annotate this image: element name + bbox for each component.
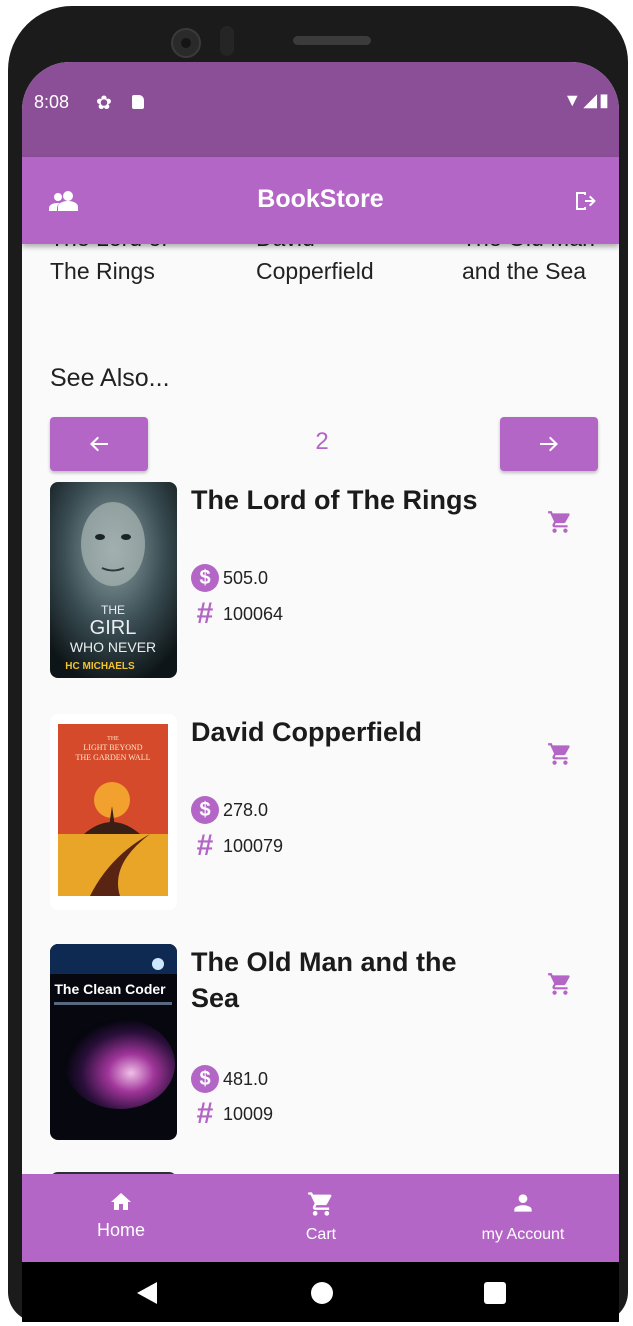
status-bar: 8:08 ✿ ▼◢▮ xyxy=(22,62,619,157)
cart-icon xyxy=(548,973,570,995)
hash-icon: # xyxy=(196,597,214,630)
front-camera xyxy=(171,28,201,58)
price-icon: $ xyxy=(191,796,219,824)
recents-icon[interactable] xyxy=(484,1282,506,1304)
cover-text: THE GARDEN WALL xyxy=(76,753,151,762)
carousel-item-line1: The Old Man xyxy=(462,244,602,255)
home-circle-icon[interactable] xyxy=(311,1282,333,1304)
next-page-button[interactable] xyxy=(500,417,598,471)
carousel-item-line1: David xyxy=(256,244,426,255)
cover-text: THE xyxy=(101,603,125,617)
book-id: # 10009 xyxy=(191,1097,274,1130)
system-navigation-bar xyxy=(22,1262,619,1322)
person-icon xyxy=(514,1194,532,1212)
id-value: 10009 xyxy=(223,1103,274,1124)
id-value: 100064 xyxy=(223,603,284,624)
carousel-item[interactable]: The Lord of The Rings xyxy=(50,244,220,288)
book-list-item[interactable]: The Clean Coder The Old Man and the Sea … xyxy=(50,944,619,1144)
carousel-item-line2: The Rings xyxy=(50,258,155,284)
nav-label: Cart xyxy=(305,1226,337,1243)
carousel-item-line1: The Lord of xyxy=(50,244,220,255)
see-also-heading: See Also... xyxy=(50,364,170,392)
price-icon: $ xyxy=(191,564,219,592)
proximity-sensor xyxy=(220,26,234,56)
cover-text: WHO NEVER xyxy=(70,639,156,655)
book-title[interactable]: The Lord of The Rings xyxy=(191,482,511,518)
book-price: $ 278.0 xyxy=(191,796,268,824)
cart-icon xyxy=(548,511,570,533)
price-value: 278.0 xyxy=(223,799,269,820)
signal-battery-icons: ▼◢▮ xyxy=(563,90,611,110)
book-carousel[interactable]: The Lord of The Rings David Copperfield … xyxy=(22,244,619,307)
carousel-item[interactable]: The Old Man and the Sea xyxy=(462,244,602,288)
book-title[interactable]: David Copperfield xyxy=(191,714,511,750)
cover-text: THE xyxy=(107,736,119,742)
cover-author: HC MICHAELS xyxy=(65,661,135,672)
app-screen: 8:08 ✿ ▼◢▮ BookStore The Rings Copperfie… xyxy=(22,62,619,1262)
id-value: 100079 xyxy=(223,835,284,856)
book-cover[interactable]: The Clean Coder xyxy=(50,944,177,1140)
earpiece-speaker xyxy=(293,36,371,45)
cart-icon xyxy=(548,743,570,765)
settings-gear-icon: ✿ xyxy=(96,93,112,114)
add-to-cart-button[interactable] xyxy=(540,734,580,774)
carousel-item-line2: and the Sea xyxy=(462,258,587,284)
prev-page-button[interactable] xyxy=(50,417,148,471)
hash-icon: # xyxy=(196,829,214,862)
price-icon: $ xyxy=(191,1065,219,1093)
book-price: $ 481.0 xyxy=(191,1065,268,1093)
device-frame: 8:08 ✿ ▼◢▮ BookStore The Rings Copperfie… xyxy=(0,0,633,1326)
book-id: # 100064 xyxy=(191,597,284,630)
carousel-item[interactable]: David Copperfield xyxy=(256,244,426,288)
logout-icon xyxy=(576,192,596,210)
book-list-item[interactable]: THE GIRL WHO NEVER HC MICHAELS The Lord … xyxy=(50,482,619,682)
price-value: 481.0 xyxy=(223,1068,269,1089)
cover-text: GIRL xyxy=(90,617,137,639)
cover-text: The Clean Coder xyxy=(54,981,166,997)
hash-icon: # xyxy=(196,1097,214,1130)
page-number: 2 xyxy=(315,428,329,455)
home-icon xyxy=(111,1193,131,1210)
book-price: $ 505.0 xyxy=(191,564,268,592)
arrow-left-icon xyxy=(90,436,108,452)
carousel-item-line2: Copperfield xyxy=(256,258,374,284)
bottom-navigation: Home Cart my Account xyxy=(22,1174,619,1262)
app-bar: BookStore xyxy=(22,157,619,244)
nav-label: Home xyxy=(96,1220,145,1240)
book-id: # 100079 xyxy=(191,829,284,862)
sd-card-icon xyxy=(132,95,144,109)
cart-icon xyxy=(308,1192,332,1216)
book-cover[interactable]: THE LIGHT BEYOND THE GARDEN WALL xyxy=(50,714,177,910)
add-to-cart-button[interactable] xyxy=(540,502,580,542)
book-list-item[interactable]: THE LIGHT BEYOND THE GARDEN WALL David C… xyxy=(50,714,619,914)
nav-my-account[interactable]: my Account xyxy=(428,1174,618,1262)
price-value: 505.0 xyxy=(223,567,269,588)
nav-label: my Account xyxy=(481,1226,565,1243)
cover-text: LIGHT BEYOND xyxy=(83,743,142,752)
add-to-cart-button[interactable] xyxy=(540,964,580,1004)
book-title[interactable]: The Old Man and the Sea xyxy=(191,944,511,1016)
arrow-right-icon xyxy=(540,436,558,452)
nav-cart[interactable]: Cart xyxy=(226,1174,416,1262)
app-title: BookStore xyxy=(257,185,384,213)
logout-button[interactable] xyxy=(561,179,609,223)
nav-home[interactable]: Home xyxy=(26,1174,216,1262)
book-cover[interactable]: THE GIRL WHO NEVER HC MICHAELS xyxy=(50,482,177,678)
status-time: 8:08 xyxy=(34,92,70,112)
content-scroll[interactable]: The Lord of The Rings David Copperfield … xyxy=(22,244,619,1174)
back-icon[interactable] xyxy=(137,1282,157,1304)
